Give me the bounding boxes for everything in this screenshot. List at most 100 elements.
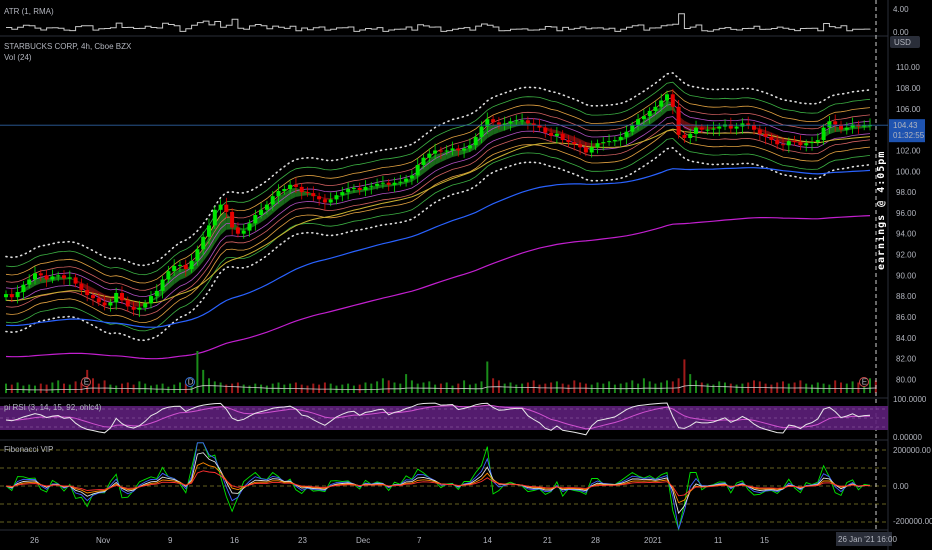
candle-body [705, 129, 710, 131]
candle-body [73, 277, 78, 284]
volume-bar [608, 381, 611, 393]
atr-label: ATR (1, RMA) [4, 7, 54, 16]
vip-label: Fibonacci VIP [4, 445, 53, 454]
symbol-title: STARBUCKS CORP, 4h, Cboe BZX [4, 42, 132, 51]
candle-body [479, 126, 484, 137]
volume-bar [28, 384, 31, 393]
volume-bar [695, 380, 697, 393]
candle-body [421, 157, 426, 165]
candle-body [786, 141, 791, 146]
price-axis-tick: 96.00 [896, 209, 917, 218]
candle-body [409, 175, 414, 179]
vip-tick-top: 200000.00 [893, 446, 931, 455]
candle-body [757, 129, 762, 134]
rsi-label: pi RSI (3, 14, 15, 92, ohlc4) [4, 403, 102, 412]
candle-body [502, 123, 507, 125]
volume-bar [422, 382, 425, 393]
volume-bar [689, 374, 692, 393]
candle-body [340, 192, 345, 196]
volume-bar [109, 384, 112, 393]
candle-body [804, 143, 809, 146]
volume-bar [729, 383, 732, 394]
volume-bar [857, 382, 860, 393]
volume-bar [521, 383, 524, 394]
volume-bar [167, 386, 170, 393]
candle-body [154, 290, 159, 297]
volume-bar [486, 361, 489, 393]
candle-body [769, 136, 774, 140]
candle-body [137, 307, 142, 310]
volume-bar [202, 369, 205, 393]
volume-bar [10, 384, 13, 393]
candle-body [328, 199, 333, 203]
volume-bar [480, 381, 483, 393]
candle-body [114, 293, 119, 303]
candle-body [33, 273, 37, 280]
candle-body [566, 140, 571, 143]
candle-body [334, 195, 339, 200]
volume-bar [834, 380, 837, 393]
volume-bar [248, 385, 251, 393]
candle-body [357, 187, 362, 190]
volume-bar [347, 383, 350, 394]
candle-body [438, 150, 443, 152]
volume-bar [39, 383, 42, 394]
atr-line [6, 13, 871, 32]
trend-cloud-segment [353, 189, 360, 194]
candle-body [781, 144, 785, 146]
candle-body [259, 209, 264, 215]
volume-bar [312, 383, 315, 394]
volume-bar [683, 359, 686, 393]
volume-bar [811, 384, 813, 393]
currency-label: USD [894, 38, 911, 47]
candle-body [612, 140, 617, 142]
volume-bar [173, 384, 176, 393]
candle-body [21, 284, 26, 292]
candle-body [717, 126, 722, 129]
candle-body [172, 266, 177, 272]
candle-body [44, 275, 49, 280]
volume-bar [387, 380, 390, 393]
price-axis-tick: 88.00 [896, 292, 917, 301]
candle-body [473, 136, 478, 146]
candle-body [572, 142, 577, 145]
price-axis-tick: 102.00 [896, 146, 921, 155]
candle-body [618, 136, 623, 140]
volume-bar [869, 378, 871, 393]
volume-bar [410, 380, 413, 393]
candle-body [125, 300, 130, 307]
outer-dotted-band-upper [5, 72, 871, 267]
volume-bar [323, 382, 326, 393]
candle-body [264, 204, 269, 210]
candle-body [253, 215, 258, 224]
candle-body [27, 279, 32, 285]
candle-body [688, 133, 693, 138]
time-axis-tick: 21 [543, 536, 552, 545]
trend-cloud-segment [551, 129, 557, 134]
candle-body [120, 293, 124, 301]
volume-bar [179, 382, 181, 393]
candle-body [224, 204, 229, 212]
volume-bar [381, 378, 384, 393]
green-band-upper [5, 81, 871, 276]
candle-body [792, 141, 797, 143]
volume-bar [63, 383, 65, 394]
time-axis-tick: Nov [96, 536, 110, 545]
volume-bar [213, 381, 216, 393]
candle-body [38, 273, 43, 276]
price-axis-tick: 80.00 [896, 375, 917, 384]
candle-body [131, 306, 136, 310]
volume-bar [666, 380, 668, 393]
price-axis-tick: 84.00 [896, 334, 917, 343]
volume-bar [799, 380, 802, 393]
volume-bar [393, 382, 396, 393]
candle-body [247, 223, 252, 231]
candle-body [351, 187, 356, 189]
volume-bar [161, 383, 164, 394]
cursor-time-label: 26 Jan '21 16:00 [838, 535, 897, 544]
volume-bar [370, 383, 373, 394]
candle-body [589, 147, 594, 153]
candle-body [62, 275, 66, 279]
candle-body [67, 277, 72, 279]
trend-cloud-segment [493, 124, 499, 135]
